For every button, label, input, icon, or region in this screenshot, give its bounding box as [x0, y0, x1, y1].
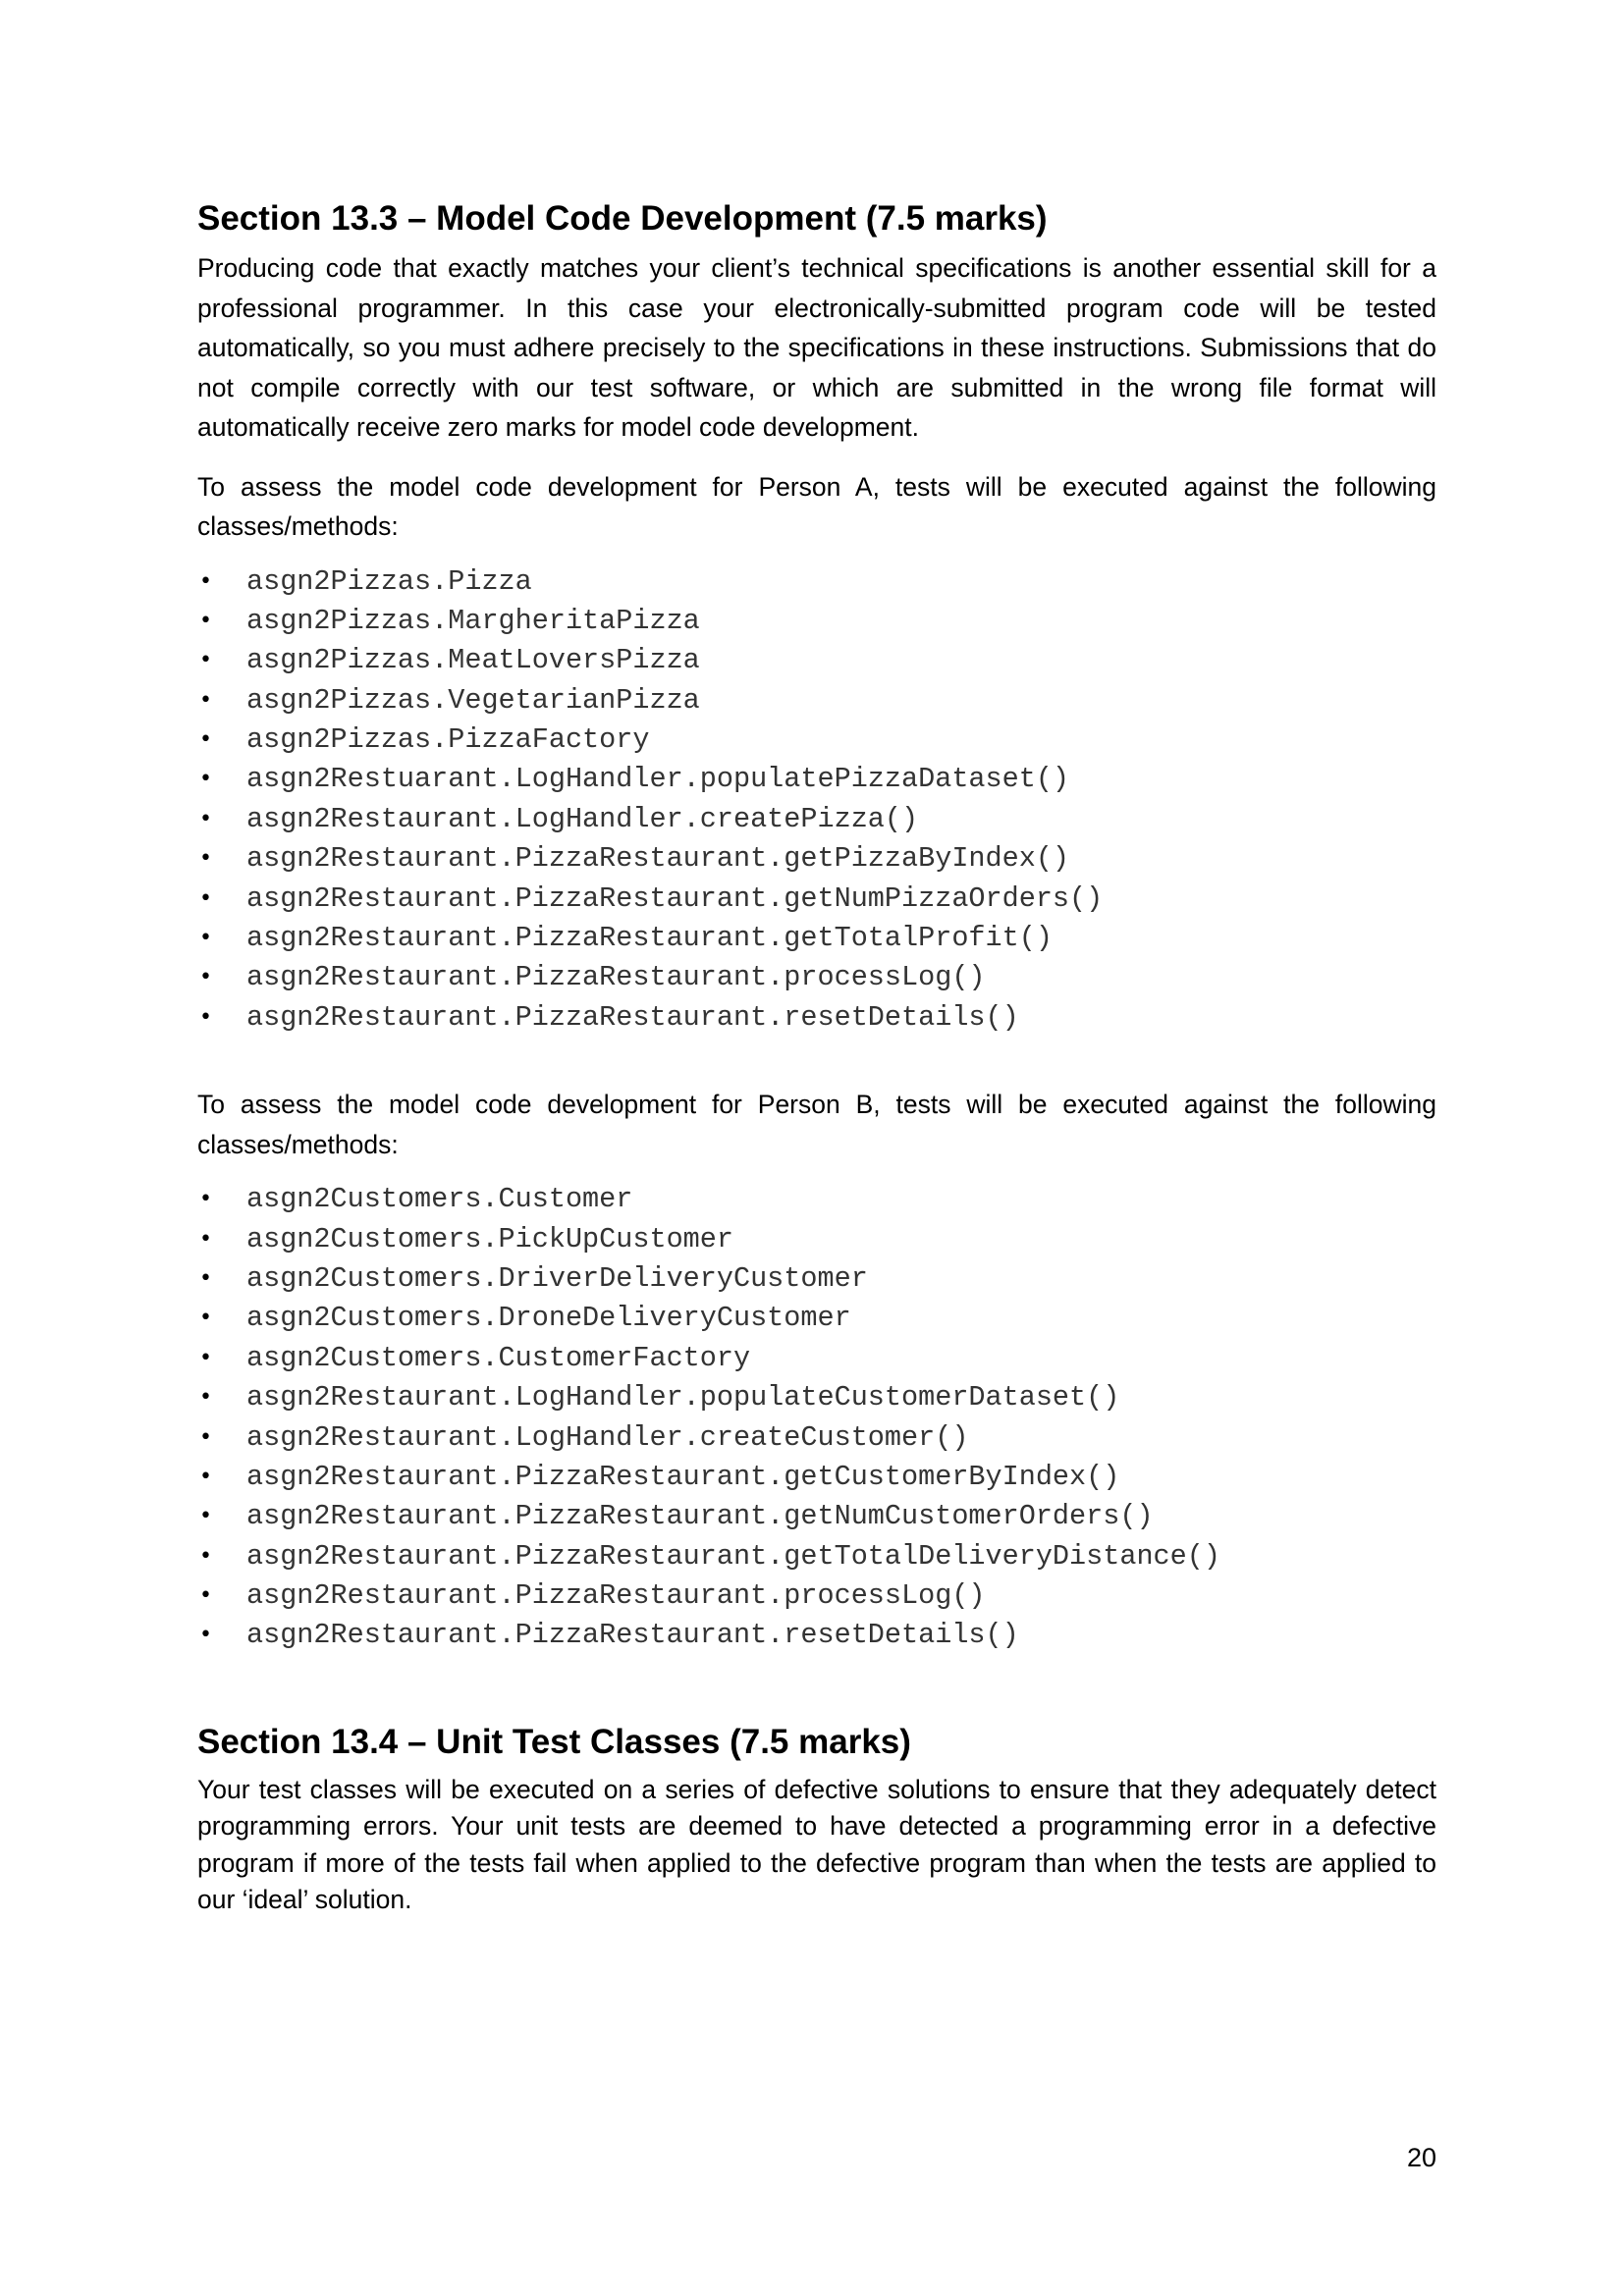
- list-item: • asgn2Restaurant.PizzaRestaurant.getTota…: [197, 919, 1436, 958]
- list-item-text: asgn2Restaurant.PizzaRestaurant.processL…: [246, 961, 986, 994]
- person-a-intro: To assess the model code development for…: [197, 471, 1436, 542]
- bullet-icon: •: [199, 846, 212, 872]
- list-item-text: asgn2Restaurant.PizzaRestaurant.getNumPi…: [246, 881, 1104, 915]
- list-item-text: asgn2Customers.DriverDeliveryCustomer: [246, 1261, 868, 1295]
- list-item: • asgn2Pizzas.Pizza: [197, 562, 1436, 602]
- list-item-text: asgn2Restaurant.PizzaRestaurant.resetDet…: [246, 1000, 1019, 1034]
- list-item: • asgn2Restaurant.PizzaRestaurant.resetDe…: [197, 998, 1436, 1038]
- list-item: • asgn2Customers.CustomerFactory: [197, 1339, 1436, 1378]
- list-item-text: asgn2Restaurant.PizzaRestaurant.resetDet…: [246, 1619, 1019, 1652]
- list-item-text: asgn2Pizzas.VegetarianPizza: [246, 683, 700, 717]
- list-item: • asgn2Restaurant.PizzaRestaurant.process…: [197, 958, 1436, 997]
- bullet-icon: •: [199, 1464, 212, 1489]
- list-item: • asgn2Restaurant.LogHandler.createCustom…: [197, 1418, 1436, 1458]
- list-item-text: asgn2Pizzas.MeatLoversPizza: [246, 644, 700, 677]
- bullet-icon: •: [199, 926, 212, 951]
- bullet-icon: •: [199, 568, 212, 594]
- list-item: • asgn2Pizzas.PizzaFactory: [197, 721, 1436, 760]
- list-item-text: asgn2Restaurant.PizzaRestaurant.getCusto…: [246, 1460, 1120, 1493]
- list-item-text: asgn2Restaurant.PizzaRestaurant.getNumCu…: [246, 1500, 1154, 1533]
- bullet-icon: •: [199, 727, 212, 753]
- list-item: • asgn2Restuarant.LogHandler.populatePizz…: [197, 760, 1436, 799]
- list-item: • asgn2Restaurant.PizzaRestaurant.getPizz…: [197, 839, 1436, 879]
- list-item-text: asgn2Restaurant.PizzaRestaurant.processL…: [246, 1579, 986, 1613]
- list-item: • asgn2Restaurant.LogHandler.populateCust…: [197, 1378, 1436, 1417]
- list-item: • asgn2Restaurant.PizzaRestaurant.process…: [197, 1576, 1436, 1616]
- bullet-icon: •: [199, 767, 212, 792]
- list-item: • asgn2Pizzas.MeatLoversPizza: [197, 641, 1436, 680]
- bullet-icon: •: [199, 1226, 212, 1252]
- list-item: • asgn2Customers.PickUpCustomer: [197, 1220, 1436, 1259]
- list-item: • asgn2Pizzas.VegetarianPizza: [197, 681, 1436, 721]
- page-number: 20: [1406, 2143, 1436, 2172]
- person-a-list: • asgn2Pizzas.Pizza • asgn2Pizzas.Margheri…: [197, 562, 1436, 1039]
- bullet-icon: •: [199, 1424, 212, 1450]
- bullet-icon: •: [199, 1623, 212, 1648]
- list-item-text: asgn2Restaurant.PizzaRestaurant.getTotal…: [246, 1539, 1220, 1573]
- list-item-text: asgn2Customers.DroneDeliveryCustomer: [246, 1302, 851, 1335]
- list-item-text: asgn2Pizzas.Pizza: [246, 564, 532, 598]
- bullet-icon: •: [199, 687, 212, 713]
- bullet-icon: •: [199, 1543, 212, 1569]
- bullet-icon: •: [199, 1265, 212, 1291]
- bullet-icon: •: [199, 1187, 212, 1212]
- list-item: • asgn2Restaurant.PizzaRestaurant.getNumC…: [197, 1497, 1436, 1536]
- bullet-icon: •: [199, 965, 212, 990]
- list-item-text: asgn2Restaurant.LogHandler.populateCusto…: [246, 1381, 1120, 1415]
- list-item: • asgn2Restaurant.PizzaRestaurant.getTota…: [197, 1537, 1436, 1576]
- list-item: • asgn2Restaurant.PizzaRestaurant.getNumP…: [197, 880, 1436, 919]
- list-item: • asgn2Customers.DroneDeliveryCustomer: [197, 1299, 1436, 1338]
- section-13-3-intro: Producing code that exactly matches your…: [197, 253, 1436, 442]
- list-item: • asgn2Customers.Customer: [197, 1180, 1436, 1219]
- bullet-icon: •: [199, 1504, 212, 1529]
- list-item-text: asgn2Customers.PickUpCustomer: [246, 1222, 733, 1255]
- list-item-text: asgn2Restuarant.LogHandler.populatePizza…: [246, 763, 1070, 796]
- bullet-icon: •: [199, 885, 212, 911]
- section-13-4-heading: Section 13.4 – Unit Test Classes (7.5 ma…: [197, 1722, 911, 1761]
- bullet-icon: •: [199, 648, 212, 673]
- list-item: • asgn2Restaurant.PizzaRestaurant.getCust…: [197, 1458, 1436, 1497]
- list-item: • asgn2Customers.DriverDeliveryCustomer: [197, 1259, 1436, 1299]
- bullet-icon: •: [199, 806, 212, 831]
- section-13-3-heading: Section 13.3 – Model Code Development (7…: [197, 199, 1048, 238]
- list-item: • asgn2Restaurant.PizzaRestaurant.resetDe…: [197, 1616, 1436, 1655]
- bullet-icon: •: [199, 1385, 212, 1411]
- list-item-text: asgn2Customers.Customer: [246, 1183, 633, 1216]
- bullet-icon: •: [199, 1306, 212, 1331]
- list-item: • asgn2Pizzas.MargheritaPizza: [197, 602, 1436, 641]
- bullet-icon: •: [199, 1345, 212, 1370]
- list-item-text: asgn2Restaurant.LogHandler.createPizza(): [246, 802, 919, 835]
- bullet-icon: •: [199, 608, 212, 633]
- list-item-text: asgn2Restaurant.PizzaRestaurant.getPizza…: [246, 842, 1070, 876]
- bullet-icon: •: [199, 1004, 212, 1030]
- list-item-text: asgn2Restaurant.PizzaRestaurant.getTotal…: [246, 922, 1053, 955]
- list-item-text: asgn2Restaurant.LogHandler.createCustome…: [246, 1420, 969, 1454]
- list-item-text: asgn2Pizzas.MargheritaPizza: [246, 604, 700, 637]
- list-item-text: asgn2Pizzas.PizzaFactory: [246, 723, 650, 757]
- person-b-intro: To assess the model code development for…: [197, 1090, 1436, 1159]
- list-item-text: asgn2Customers.CustomerFactory: [246, 1341, 751, 1374]
- page-content: Section 13.3 – Model Code Development (7…: [197, 191, 1436, 1919]
- document-page: { "section_13_3": { "heading": "Section …: [0, 0, 1623, 2296]
- list-item: • asgn2Restaurant.LogHandler.createPizza(…: [197, 800, 1436, 839]
- person-b-list: • asgn2Customers.Customer • asgn2Customers…: [197, 1180, 1436, 1656]
- bullet-icon: •: [199, 1583, 212, 1609]
- section-13-4-body: Your test classes will be executed on a …: [197, 1774, 1436, 1915]
